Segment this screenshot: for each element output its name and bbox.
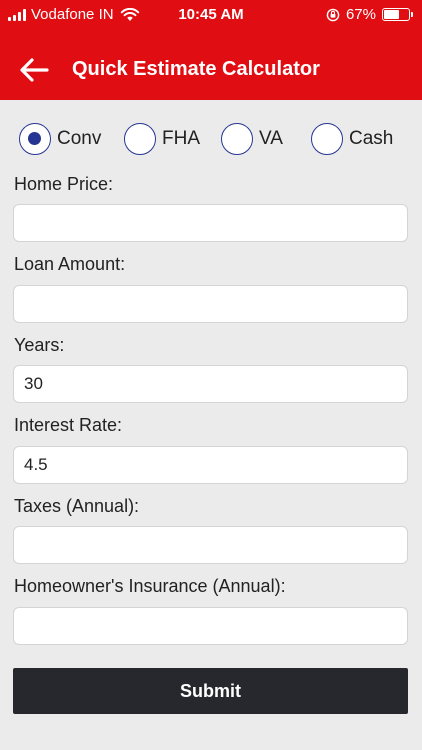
nav-bar: Quick Estimate Calculator [0,44,422,100]
radio-fha[interactable]: FHA [124,120,200,158]
radio-conv-circle[interactable] [19,123,51,155]
radio-cash-circle[interactable] [311,123,343,155]
radio-conv[interactable]: Conv [19,120,101,158]
radio-cash[interactable]: Cash [311,120,393,158]
radio-fha-circle[interactable] [124,123,156,155]
app-header: Vodafone IN 10:45 AM 67% Quick Estimate … [0,0,422,100]
arrow-left-icon[interactable] [16,52,52,88]
submit-button[interactable]: Submit [13,668,408,714]
radio-conv-label: Conv [57,128,102,149]
battery-icon [382,8,413,21]
taxes-input[interactable] [13,526,408,564]
rotation-lock-icon [326,8,340,21]
radio-va[interactable]: VA [221,120,283,158]
battery-percent: 67% [345,6,376,23]
radio-va-label: VA [259,128,283,149]
insurance-input[interactable] [13,607,408,645]
years-label: Years: [14,335,65,355]
status-bar: Vodafone IN 10:45 AM 67% [0,0,422,30]
years-input[interactable] [13,365,408,403]
loan-amount-input[interactable] [13,285,408,323]
loan-type-radio-group: Conv FHA VA Cash [0,120,422,158]
loan-amount-label: Loan Amount: [14,254,126,274]
interest-rate-input[interactable] [13,446,408,484]
radio-cash-label: Cash [349,128,394,149]
home-price-label: Home Price: [14,174,114,194]
insurance-label: Homeowner's Insurance (Annual): [14,576,286,596]
status-right: 67% [326,6,413,23]
radio-fha-label: FHA [162,128,200,149]
interest-rate-label: Interest Rate: [14,415,123,435]
home-price-input[interactable] [13,204,408,242]
radio-va-circle[interactable] [221,123,253,155]
taxes-label: Taxes (Annual): [14,496,140,516]
battery-level [384,10,400,19]
page-title: Quick Estimate Calculator [72,58,320,80]
